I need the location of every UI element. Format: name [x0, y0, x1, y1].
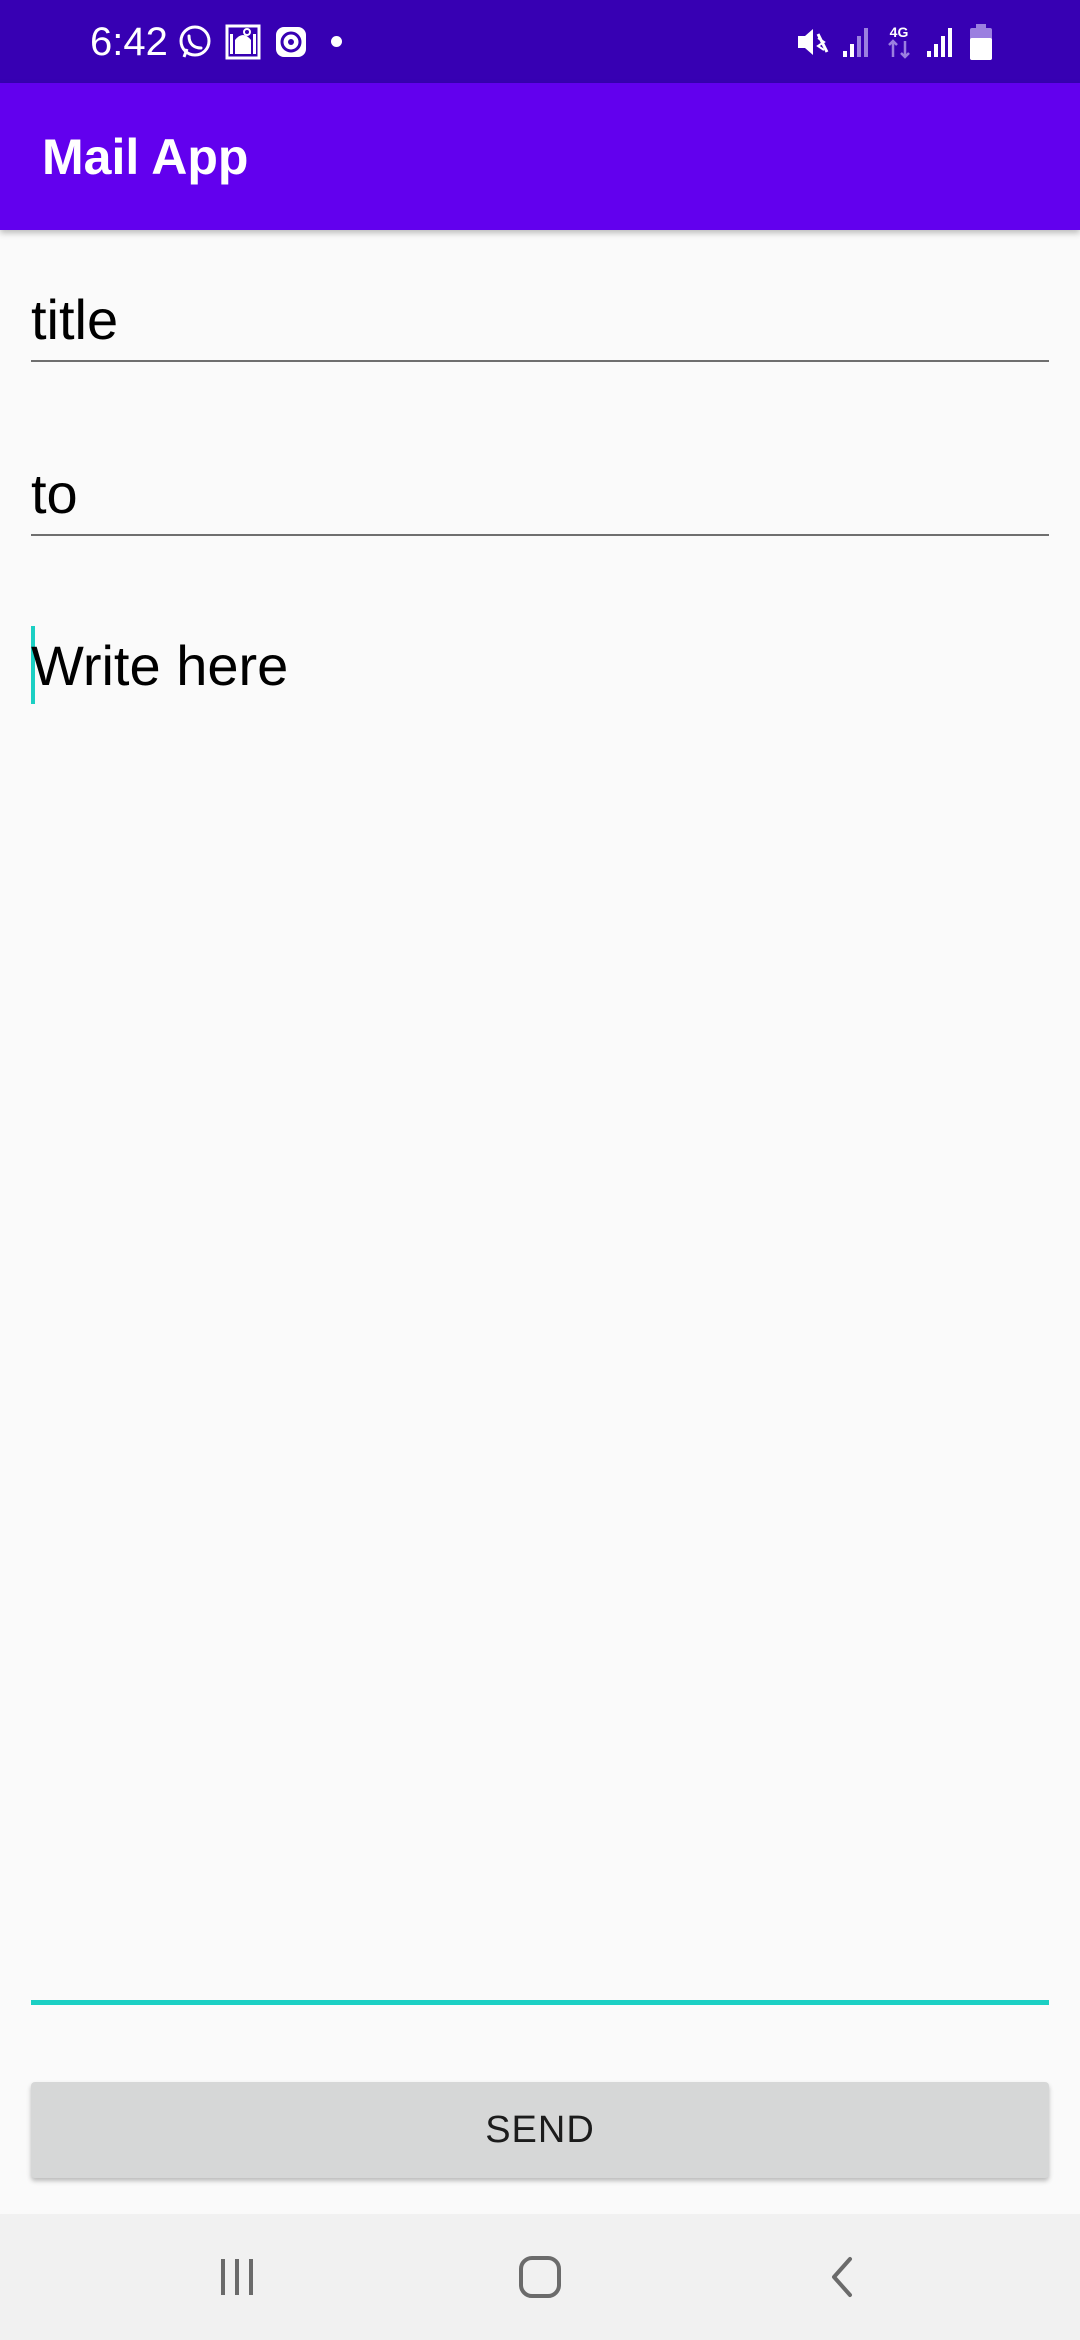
signal-icon [842, 22, 872, 62]
title-field-underline [31, 360, 1049, 362]
message-body-field[interactable]: Write here [31, 626, 1049, 2006]
status-time: 6:42 [90, 20, 168, 64]
notification-icons [176, 22, 310, 62]
network-4g-icon: 4G [884, 22, 914, 62]
battery-icon [968, 22, 994, 62]
to-field-text: to [31, 462, 78, 525]
vibrate-icon [794, 22, 830, 62]
back-icon[interactable] [812, 2247, 872, 2307]
title-field[interactable]: title [31, 282, 1049, 362]
to-field-underline [31, 534, 1049, 536]
more-notifications-dot [331, 36, 342, 47]
mosque-icon [224, 23, 262, 61]
system-icons: 4G [794, 20, 994, 64]
message-body-placeholder: Write here [31, 634, 289, 697]
recents-icon[interactable] [207, 2247, 267, 2307]
app-title: Mail App [42, 129, 249, 185]
title-field-text: title [31, 288, 119, 351]
signal-icon [926, 22, 956, 62]
to-field[interactable]: to [31, 458, 1049, 538]
svg-text:4G: 4G [890, 24, 909, 40]
send-button[interactable]: SEND [31, 2082, 1049, 2178]
app-bar: Mail App [0, 83, 1080, 230]
message-body-underline [31, 2000, 1049, 2005]
status-bar: 6:42 4G [0, 0, 1080, 83]
app-icon [272, 23, 310, 61]
home-icon[interactable] [510, 2247, 570, 2307]
navigation-bar [0, 2214, 1080, 2340]
whatsapp-icon [176, 23, 214, 61]
